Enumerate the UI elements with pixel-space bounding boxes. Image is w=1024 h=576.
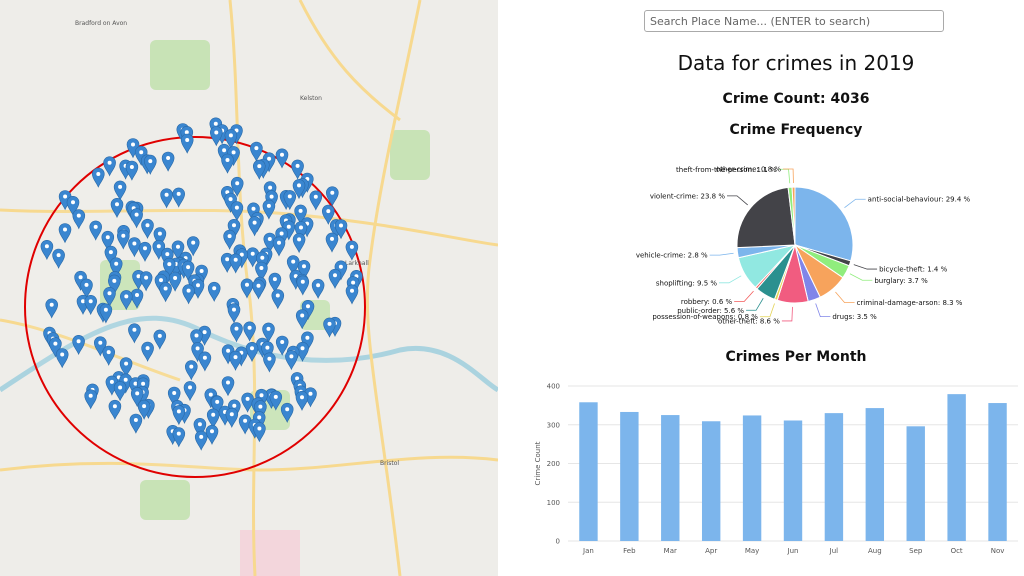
bar-Sep[interactable] — [906, 426, 925, 541]
y-tick-label: 100 — [547, 499, 560, 507]
bar-Mar[interactable] — [661, 415, 680, 541]
y-tick-label: 200 — [547, 460, 560, 468]
x-tick-label: Nov — [991, 547, 1005, 555]
x-tick-label: Sep — [909, 547, 923, 555]
pie-data-label: public-order: 5.6 % — [677, 307, 744, 315]
pie-connector — [727, 195, 748, 206]
pie-connector — [853, 264, 878, 270]
pie-data-label: anti-social-behaviour: 29.4 % — [868, 196, 971, 204]
bar-Jan[interactable] — [579, 402, 598, 541]
pie-connector — [781, 306, 793, 322]
place-label: Larkhall — [345, 260, 369, 267]
bar-Feb[interactable] — [620, 411, 639, 541]
x-tick-label: Apr — [705, 547, 717, 555]
pie-data-label: drugs: 3.5 % — [832, 313, 877, 321]
x-tick-label: May — [745, 547, 759, 555]
bar-Jun[interactable] — [783, 420, 803, 541]
stats-panel: Data for crimes in 2019 Crime Count: 403… — [498, 0, 1024, 576]
pie-data-label: violent-crime: 23.8 % — [650, 192, 726, 200]
pie-data-label: criminal-damage-arson: 8.3 % — [857, 299, 963, 307]
pie-data-label: robbery: 0.6 % — [681, 298, 733, 306]
y-tick-label: 300 — [547, 421, 560, 429]
pie-connector — [759, 303, 775, 318]
x-tick-label: Oct — [951, 547, 963, 555]
pie-connector — [734, 290, 754, 302]
bar-Aug[interactable] — [865, 408, 885, 541]
pie-slice-violent-crime[interactable] — [736, 186, 796, 249]
map-canvas[interactable]: Bradford on Avon Larkhall Bristol Kelston — [0, 0, 498, 576]
place-label: Bradford on Avon — [75, 20, 127, 27]
bar-chart-title: Crimes Per Month — [725, 349, 867, 365]
x-tick-label: Feb — [623, 547, 636, 555]
pie-data-label: burglary: 3.7 % — [874, 277, 928, 285]
pie-data-label: bicycle-theft: 1.4 % — [879, 266, 948, 274]
x-tick-label: Mar — [664, 547, 677, 555]
pie-connector — [815, 303, 831, 318]
x-tick-label: Jan — [582, 547, 594, 555]
pie-connector — [746, 298, 764, 311]
place-label: Kelston — [300, 95, 322, 102]
park-area — [390, 130, 430, 180]
x-tick-label: Jul — [829, 547, 839, 555]
pie-connector — [844, 198, 866, 208]
park-area — [150, 40, 210, 90]
pie-data-label: shoplifting: 9.5 % — [656, 279, 718, 287]
crime-frequency-pie-chart: anti-social-behaviour: 29.4 % bicycle-the… — [636, 166, 971, 326]
place-label: Bristol — [380, 460, 399, 467]
bar-May[interactable] — [742, 415, 762, 541]
pie-data-label: other-crime: 0.8 % — [716, 166, 781, 174]
bar-Jul[interactable] — [824, 413, 844, 541]
y-axis-label: Crime Count — [534, 441, 542, 485]
x-tick-label: Aug — [868, 547, 882, 555]
pie-connector — [849, 273, 873, 281]
bar-Apr[interactable] — [701, 421, 721, 541]
y-tick-label: 0 — [556, 538, 560, 546]
pie-connector — [835, 291, 855, 303]
bar-Oct[interactable] — [947, 394, 966, 541]
park-area — [140, 480, 190, 520]
bar-Nov[interactable] — [988, 403, 1007, 541]
x-tick-label: Jun — [787, 547, 799, 555]
y-tick-label: 400 — [547, 383, 560, 391]
road — [365, 0, 422, 576]
hospital-area — [240, 530, 300, 576]
pie-connector — [719, 275, 742, 284]
road — [298, 0, 401, 122]
pie-connector — [783, 168, 794, 184]
pie-connector — [709, 252, 734, 256]
crime-map[interactable]: Bradford on Avon Larkhall Bristol Kelston — [0, 0, 498, 576]
pie-data-label: vehicle-crime: 2.8 % — [636, 252, 708, 260]
